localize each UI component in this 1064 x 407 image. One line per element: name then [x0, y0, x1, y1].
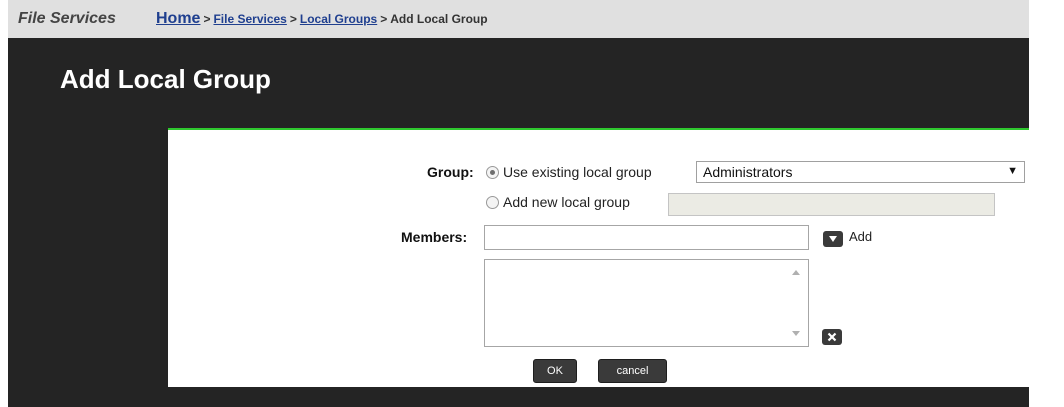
- cancel-button[interactable]: cancel: [598, 359, 667, 383]
- scroll-down-arrow-icon[interactable]: [792, 331, 800, 336]
- members-listbox[interactable]: [484, 259, 809, 347]
- scroll-up-arrow-icon[interactable]: [792, 270, 800, 275]
- breadcrumb: Home > File Services > Local Groups > Add Loca…: [156, 10, 488, 28]
- group-label: Group:: [427, 164, 474, 180]
- remove-member-button[interactable]: [822, 329, 842, 345]
- existing-group-select[interactable]: Administrators ▼: [696, 161, 1025, 183]
- members-label: Members:: [401, 229, 468, 245]
- dropdown-arrow-icon: ▼: [1007, 165, 1018, 177]
- use-existing-group-radio[interactable]: [486, 166, 499, 179]
- breadcrumb-separator: >: [380, 12, 388, 26]
- main-area: Add Local Group Group: Use existing loca…: [8, 38, 1029, 407]
- add-local-group-form: Group: Use existing local group Administ…: [168, 128, 1029, 387]
- ok-button[interactable]: OK: [533, 359, 577, 383]
- existing-group-select-value: Administrators: [703, 164, 793, 180]
- close-icon: [827, 332, 837, 342]
- members-input[interactable]: [484, 225, 809, 250]
- chevron-down-icon: [829, 236, 837, 242]
- use-existing-group-label: Use existing local group: [503, 164, 652, 180]
- new-group-input[interactable]: [668, 193, 995, 216]
- breadcrumb-file-services-link[interactable]: File Services: [213, 12, 286, 26]
- breadcrumb-current: Add Local Group: [390, 12, 488, 26]
- page-title: Add Local Group: [60, 64, 271, 94]
- breadcrumb-home-link[interactable]: Home: [156, 10, 200, 27]
- breadcrumb-separator: >: [289, 12, 297, 26]
- top-bar: File Services Home > File Services > Local G…: [8, 0, 1029, 38]
- add-new-group-label: Add new local group: [503, 194, 630, 210]
- app-title: File Services: [18, 10, 116, 27]
- add-member-button[interactable]: [823, 231, 843, 247]
- add-member-label[interactable]: Add: [849, 229, 872, 244]
- breadcrumb-separator: >: [203, 12, 211, 26]
- add-new-group-radio[interactable]: [486, 196, 499, 209]
- breadcrumb-local-groups-link[interactable]: Local Groups: [300, 12, 377, 26]
